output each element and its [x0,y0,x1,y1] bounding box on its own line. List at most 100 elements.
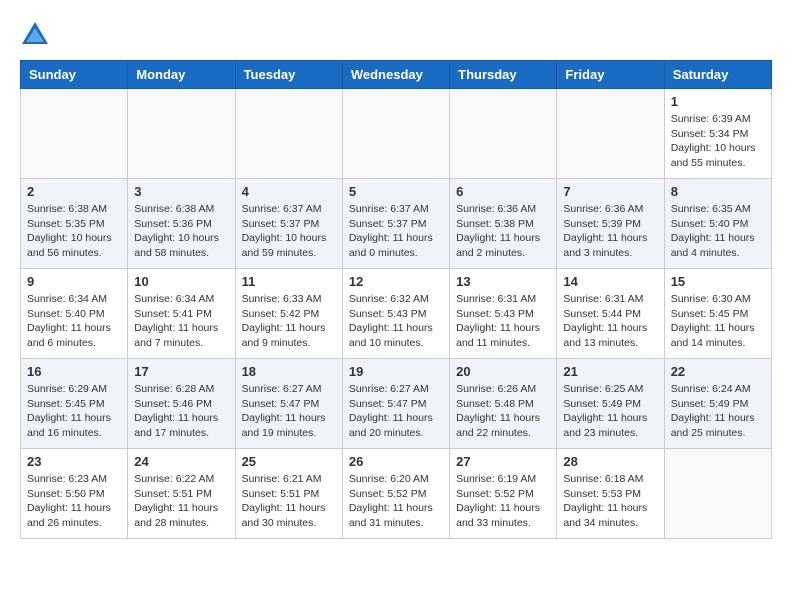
day-number: 17 [134,364,228,379]
day-info: Sunrise: 6:27 AMSunset: 5:47 PMDaylight:… [242,382,336,441]
calendar-week-row: 16 Sunrise: 6:29 AMSunset: 5:45 PMDayligh… [21,359,772,449]
calendar-day-cell: 3 Sunrise: 6:38 AMSunset: 5:36 PMDaylight… [128,179,235,269]
calendar-week-row: 23 Sunrise: 6:23 AMSunset: 5:50 PMDayligh… [21,449,772,539]
day-info: Sunrise: 6:26 AMSunset: 5:48 PMDaylight:… [456,382,550,441]
calendar-day-cell: 11 Sunrise: 6:33 AMSunset: 5:42 PMDayligh… [235,269,342,359]
day-info: Sunrise: 6:21 AMSunset: 5:51 PMDaylight:… [242,472,336,531]
day-info: Sunrise: 6:38 AMSunset: 5:35 PMDaylight:… [27,202,121,261]
day-number: 28 [563,454,657,469]
calendar-day-cell: 21 Sunrise: 6:25 AMSunset: 5:49 PMDayligh… [557,359,664,449]
calendar-day-cell: 9 Sunrise: 6:34 AMSunset: 5:40 PMDaylight… [21,269,128,359]
day-number: 18 [242,364,336,379]
calendar-day-cell: 26 Sunrise: 6:20 AMSunset: 5:52 PMDayligh… [342,449,449,539]
day-info: Sunrise: 6:37 AMSunset: 5:37 PMDaylight:… [242,202,336,261]
calendar-day-cell: 7 Sunrise: 6:36 AMSunset: 5:39 PMDaylight… [557,179,664,269]
calendar-day-cell: 15Sunrise: 6:30 AMSunset: 5:45 PMDayligh… [664,269,771,359]
weekday-header-monday: Monday [128,61,235,89]
calendar-day-cell: 13 Sunrise: 6:31 AMSunset: 5:43 PMDayligh… [450,269,557,359]
weekday-header-wednesday: Wednesday [342,61,449,89]
day-info: Sunrise: 6:31 AMSunset: 5:43 PMDaylight:… [456,292,550,351]
calendar-day-cell: 18 Sunrise: 6:27 AMSunset: 5:47 PMDayligh… [235,359,342,449]
calendar-week-row: 9 Sunrise: 6:34 AMSunset: 5:40 PMDaylight… [21,269,772,359]
weekday-header-saturday: Saturday [664,61,771,89]
day-number: 12 [349,274,443,289]
weekday-header-friday: Friday [557,61,664,89]
day-number: 23 [27,454,121,469]
weekday-header-row: SundayMondayTuesdayWednesdayThursdayFrid… [21,61,772,89]
weekday-header-sunday: Sunday [21,61,128,89]
day-info: Sunrise: 6:29 AMSunset: 5:45 PMDaylight:… [27,382,121,441]
day-number: 8 [671,184,765,199]
calendar-day-cell: 28 Sunrise: 6:18 AMSunset: 5:53 PMDayligh… [557,449,664,539]
calendar-day-cell: 4 Sunrise: 6:37 AMSunset: 5:37 PMDaylight… [235,179,342,269]
calendar-day-cell: 23 Sunrise: 6:23 AMSunset: 5:50 PMDayligh… [21,449,128,539]
calendar-day-cell [342,89,449,179]
day-number: 19 [349,364,443,379]
day-info: Sunrise: 6:20 AMSunset: 5:52 PMDaylight:… [349,472,443,531]
day-info: Sunrise: 6:22 AMSunset: 5:51 PMDaylight:… [134,472,228,531]
calendar-day-cell: 17Sunrise: 6:28 AMSunset: 5:46 PMDayligh… [128,359,235,449]
calendar-day-cell [664,449,771,539]
calendar-table: SundayMondayTuesdayWednesdayThursdayFrid… [20,60,772,539]
calendar-day-cell: 27 Sunrise: 6:19 AMSunset: 5:52 PMDayligh… [450,449,557,539]
calendar-day-cell: 24Sunrise: 6:22 AMSunset: 5:51 PMDayligh… [128,449,235,539]
day-number: 11 [242,274,336,289]
day-info: Sunrise: 6:39 AMSunset: 5:34 PMDaylight:… [671,112,765,171]
day-info: Sunrise: 6:24 AMSunset: 5:49 PMDaylight:… [671,382,765,441]
calendar-day-cell: 16 Sunrise: 6:29 AMSunset: 5:45 PMDayligh… [21,359,128,449]
weekday-header-thursday: Thursday [450,61,557,89]
day-info: Sunrise: 6:34 AMSunset: 5:40 PMDaylight:… [27,292,121,351]
calendar-day-cell: 2 Sunrise: 6:38 AMSunset: 5:35 PMDaylight… [21,179,128,269]
day-number: 26 [349,454,443,469]
day-info: Sunrise: 6:32 AMSunset: 5:43 PMDaylight:… [349,292,443,351]
day-info: Sunrise: 6:36 AMSunset: 5:38 PMDaylight:… [456,202,550,261]
day-number: 16 [27,364,121,379]
day-number: 2 [27,184,121,199]
day-number: 13 [456,274,550,289]
calendar-week-row: 1Sunrise: 6:39 AMSunset: 5:34 PMDaylight… [21,89,772,179]
calendar-day-cell: 1Sunrise: 6:39 AMSunset: 5:34 PMDaylight… [664,89,771,179]
day-number: 6 [456,184,550,199]
day-number: 7 [563,184,657,199]
day-number: 20 [456,364,550,379]
calendar-day-cell: 12 Sunrise: 6:32 AMSunset: 5:43 PMDayligh… [342,269,449,359]
day-info: Sunrise: 6:25 AMSunset: 5:49 PMDaylight:… [563,382,657,441]
day-info: Sunrise: 6:19 AMSunset: 5:52 PMDaylight:… [456,472,550,531]
day-info: Sunrise: 6:35 AMSunset: 5:40 PMDaylight:… [671,202,765,261]
logo-icon [20,20,50,50]
calendar-day-cell [235,89,342,179]
day-number: 10 [134,274,228,289]
day-number: 9 [27,274,121,289]
calendar-day-cell [450,89,557,179]
day-info: Sunrise: 6:33 AMSunset: 5:42 PMDaylight:… [242,292,336,351]
day-info: Sunrise: 6:23 AMSunset: 5:50 PMDaylight:… [27,472,121,531]
calendar-day-cell [21,89,128,179]
calendar-day-cell: 19 Sunrise: 6:27 AMSunset: 5:47 PMDayligh… [342,359,449,449]
calendar-day-cell: 6 Sunrise: 6:36 AMSunset: 5:38 PMDaylight… [450,179,557,269]
day-info: Sunrise: 6:18 AMSunset: 5:53 PMDaylight:… [563,472,657,531]
logo [20,20,54,50]
day-number: 15 [671,274,765,289]
day-number: 21 [563,364,657,379]
weekday-header-tuesday: Tuesday [235,61,342,89]
calendar-day-cell: 22 Sunrise: 6:24 AMSunset: 5:49 PMDayligh… [664,359,771,449]
page-header [20,20,772,50]
day-info: Sunrise: 6:27 AMSunset: 5:47 PMDaylight:… [349,382,443,441]
day-number: 4 [242,184,336,199]
calendar-day-cell: 25 Sunrise: 6:21 AMSunset: 5:51 PMDayligh… [235,449,342,539]
day-number: 27 [456,454,550,469]
calendar-day-cell: 14Sunrise: 6:31 AMSunset: 5:44 PMDayligh… [557,269,664,359]
day-number: 3 [134,184,228,199]
calendar-day-cell: 20 Sunrise: 6:26 AMSunset: 5:48 PMDayligh… [450,359,557,449]
day-info: Sunrise: 6:36 AMSunset: 5:39 PMDaylight:… [563,202,657,261]
day-number: 25 [242,454,336,469]
day-info: Sunrise: 6:34 AMSunset: 5:41 PMDaylight:… [134,292,228,351]
day-number: 5 [349,184,443,199]
day-info: Sunrise: 6:37 AMSunset: 5:37 PMDaylight:… [349,202,443,261]
day-number: 14 [563,274,657,289]
calendar-day-cell: 8 Sunrise: 6:35 AMSunset: 5:40 PMDaylight… [664,179,771,269]
calendar-day-cell: 10 Sunrise: 6:34 AMSunset: 5:41 PMDayligh… [128,269,235,359]
calendar-day-cell: 5 Sunrise: 6:37 AMSunset: 5:37 PMDaylight… [342,179,449,269]
day-info: Sunrise: 6:38 AMSunset: 5:36 PMDaylight:… [134,202,228,261]
day-number: 22 [671,364,765,379]
